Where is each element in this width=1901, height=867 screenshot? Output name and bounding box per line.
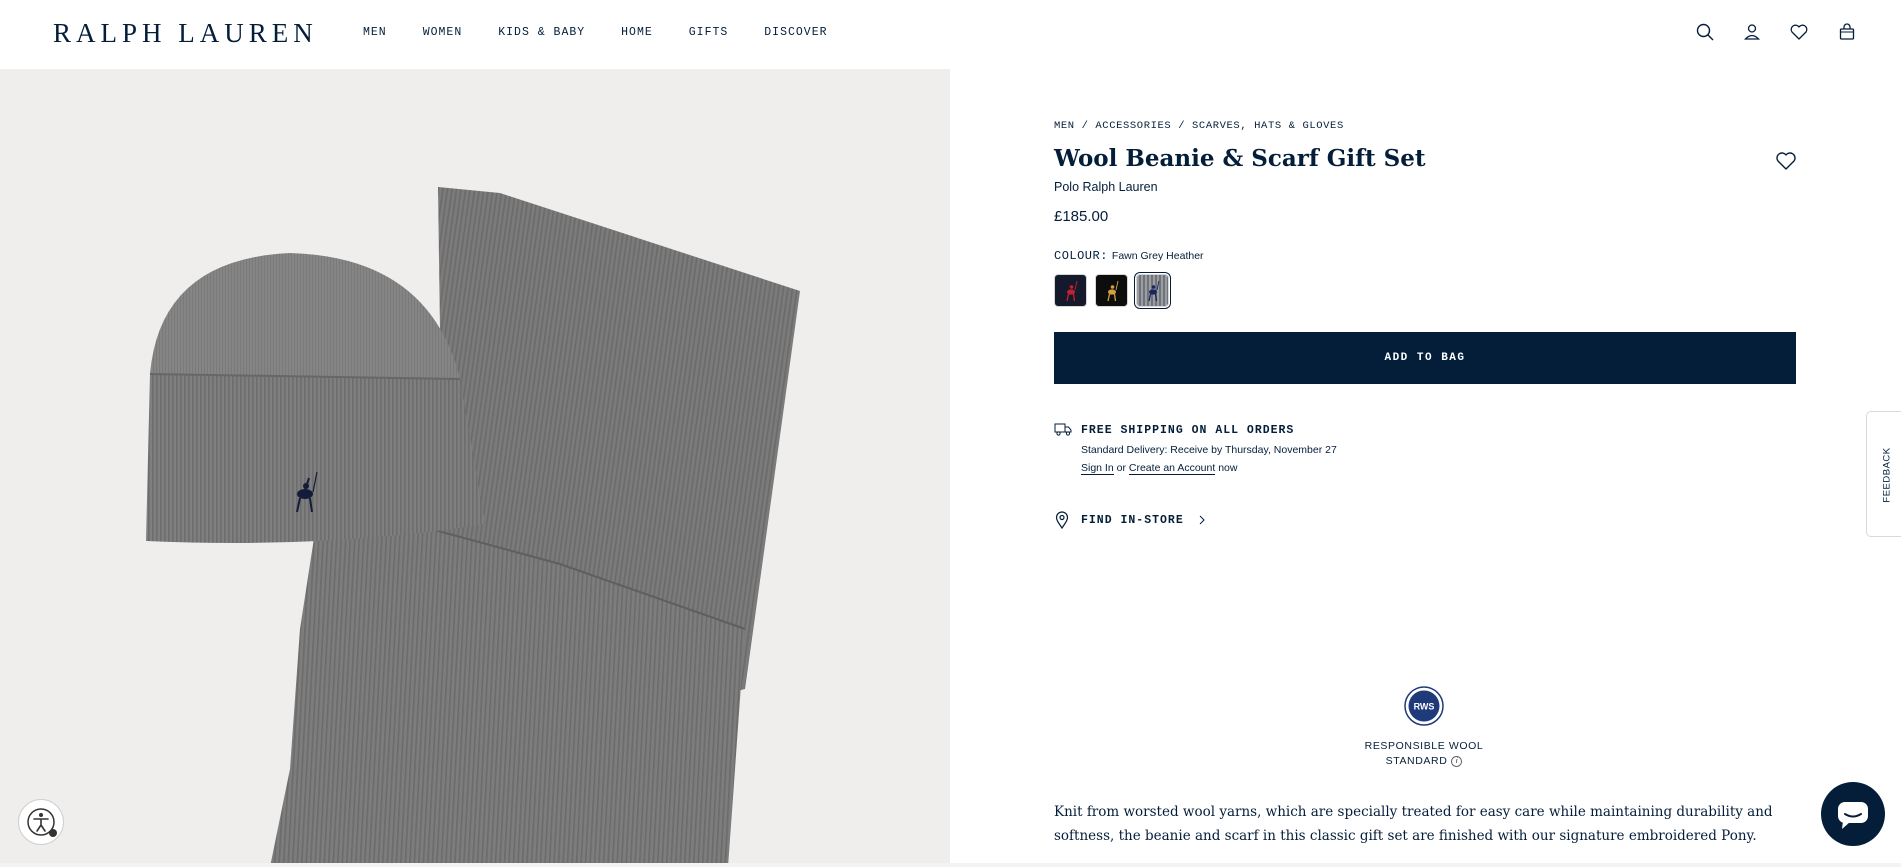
nav-item-gifts[interactable]: GIFTS xyxy=(689,26,729,39)
ralph-lauren-logo[interactable]: RALPH LAUREN xyxy=(53,18,318,49)
main-nav: MEN WOMEN KIDS & BABY HOME GIFTS DISCOVE… xyxy=(363,26,864,39)
responsible-wool-standard: RESPONSIBLE WOOL STANDARD i xyxy=(1324,739,1524,769)
product-image[interactable] xyxy=(0,69,950,867)
pony-icon xyxy=(1066,280,1078,302)
site-header: RALPH LAUREN MEN WOMEN KIDS & BABY HOME … xyxy=(0,0,1901,69)
create-account-link[interactable]: Create an Account xyxy=(1128,462,1216,475)
wishlist-heart-icon[interactable] xyxy=(1774,149,1798,173)
now-text: now xyxy=(1218,462,1238,474)
breadcrumb-separator: / xyxy=(1074,120,1096,132)
chat-button[interactable] xyxy=(1821,782,1885,846)
colour-selection: COLOUR: Fawn Grey Heather xyxy=(1054,248,1204,263)
accessibility-icon xyxy=(27,808,57,837)
pony-icon xyxy=(1148,280,1160,302)
pony-icon xyxy=(1107,280,1119,302)
feedback-label: FEEDBACK xyxy=(1881,447,1893,503)
product-price: £185.00 xyxy=(1054,208,1109,225)
rws-line2-text: STANDARD xyxy=(1385,755,1448,767)
colour-swatches xyxy=(1054,272,1171,309)
page-divider xyxy=(0,863,1901,867)
product-brand: Polo Ralph Lauren xyxy=(1054,180,1158,194)
find-in-store-link[interactable]: FIND IN-STORE xyxy=(1081,514,1206,527)
add-to-bag-button[interactable]: ADD TO BAG xyxy=(1054,332,1796,384)
rws-line2: STANDARD i xyxy=(1324,754,1524,769)
swatch-navy-red[interactable] xyxy=(1054,274,1087,307)
nav-item-home[interactable]: HOME xyxy=(621,26,653,39)
breadcrumb: MEN / ACCESSORIES / SCARVES, HATS & GLOV… xyxy=(1054,120,1344,132)
breadcrumb-accessories[interactable]: ACCESSORIES xyxy=(1095,120,1171,132)
account-prompt: Sign In or Create an Account now xyxy=(1081,462,1238,475)
feedback-tab[interactable]: FEEDBACK xyxy=(1866,411,1901,537)
swatch-black-gold[interactable] xyxy=(1095,274,1128,307)
wishlist-icon[interactable] xyxy=(1789,22,1809,42)
breadcrumb-separator: / xyxy=(1171,120,1193,132)
or-text: or xyxy=(1116,462,1126,474)
chat-bubble-icon xyxy=(1838,802,1868,829)
colour-label: COLOUR: xyxy=(1054,249,1108,263)
nav-item-kids-baby[interactable]: KIDS & BABY xyxy=(498,26,585,39)
bag-icon[interactable] xyxy=(1837,22,1857,42)
breadcrumb-men[interactable]: MEN xyxy=(1054,120,1075,132)
beanie-scarf-illustration xyxy=(146,187,800,867)
info-icon[interactable]: i xyxy=(1451,755,1463,767)
colour-value: Fawn Grey Heather xyxy=(1111,250,1204,262)
product-title: Wool Beanie & Scarf Gift Set xyxy=(1054,145,1426,172)
chevron-right-icon xyxy=(1199,515,1205,525)
nav-item-women[interactable]: WOMEN xyxy=(423,26,463,39)
location-pin-icon xyxy=(1055,511,1069,529)
swatch-fawn-grey-heather[interactable] xyxy=(1134,272,1171,309)
breadcrumb-scarves-hats-gloves[interactable]: SCARVES, HATS & GLOVES xyxy=(1192,120,1344,132)
account-icon[interactable] xyxy=(1742,22,1762,42)
sign-in-link[interactable]: Sign In xyxy=(1081,462,1114,475)
nav-item-men[interactable]: MEN xyxy=(363,26,387,39)
truck-icon xyxy=(1054,423,1072,436)
product-description: Knit from worsted wool yarns, which are … xyxy=(1054,804,1773,844)
rws-line1: RESPONSIBLE WOOL xyxy=(1364,740,1484,752)
free-shipping-title: FREE SHIPPING ON ALL ORDERS xyxy=(1081,424,1295,437)
nav-item-discover[interactable]: DISCOVER xyxy=(764,26,827,39)
rws-badge-text: RWS xyxy=(1414,702,1435,712)
find-in-store-label: FIND IN-STORE xyxy=(1081,514,1184,527)
accessibility-button[interactable] xyxy=(18,799,64,845)
delivery-estimate: Standard Delivery: Receive by Thursday, … xyxy=(1081,444,1337,456)
rws-badge-icon: RWS xyxy=(1404,686,1444,726)
search-icon[interactable] xyxy=(1695,22,1715,42)
